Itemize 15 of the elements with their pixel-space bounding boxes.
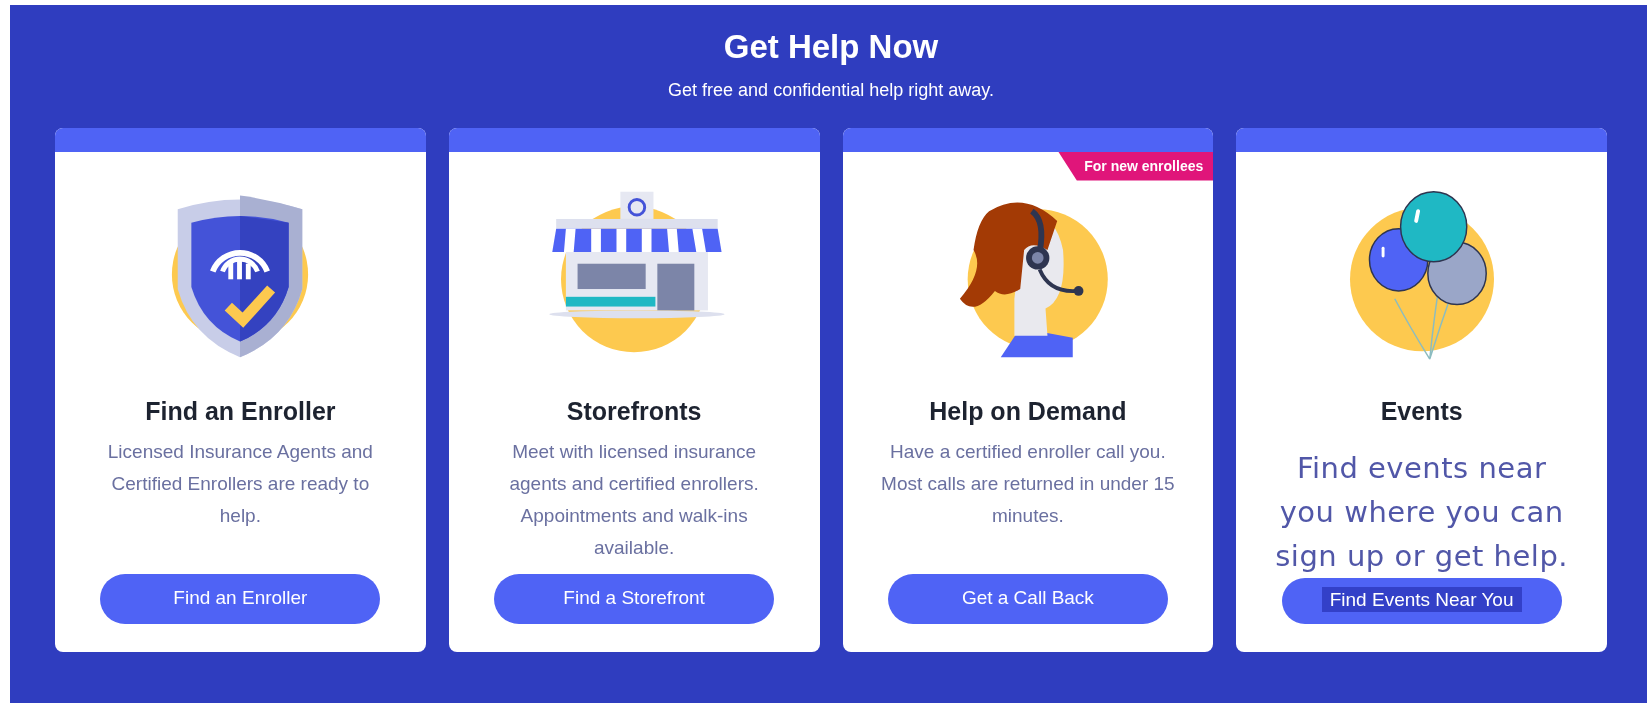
card-description: Find events near you where you can sign up or get help. (1274, 449, 1570, 575)
action-button[interactable]: Get a Call Back (887, 573, 1168, 624)
card-title: Find an Enroller (145, 395, 336, 426)
card-title: Events (1380, 395, 1463, 426)
action-button[interactable]: Find Events Near You (1281, 577, 1562, 624)
card-description: Have a certified enroller call you. Most calls are returned in under 15 minutes. (880, 439, 1176, 528)
card-description: Licensed Insurance Agents and Certified Enrollers are ready to help. (106, 439, 374, 528)
card-title: Storefronts (566, 395, 702, 426)
action-button[interactable]: Find an Enroller (100, 573, 381, 624)
ribbon-label: For new enrollees (1058, 151, 1214, 181)
action-button[interactable]: Find a Storefront (494, 573, 775, 624)
card-title: Help on Demand (929, 395, 1127, 426)
section-subtitle: Get free and confidential help right away. (667, 78, 995, 102)
card-description: Meet with licensed insurance agents and certified enrollers. Appointments and walk-ins available. (508, 439, 760, 560)
section-title: Get Help Now (722, 27, 940, 67)
